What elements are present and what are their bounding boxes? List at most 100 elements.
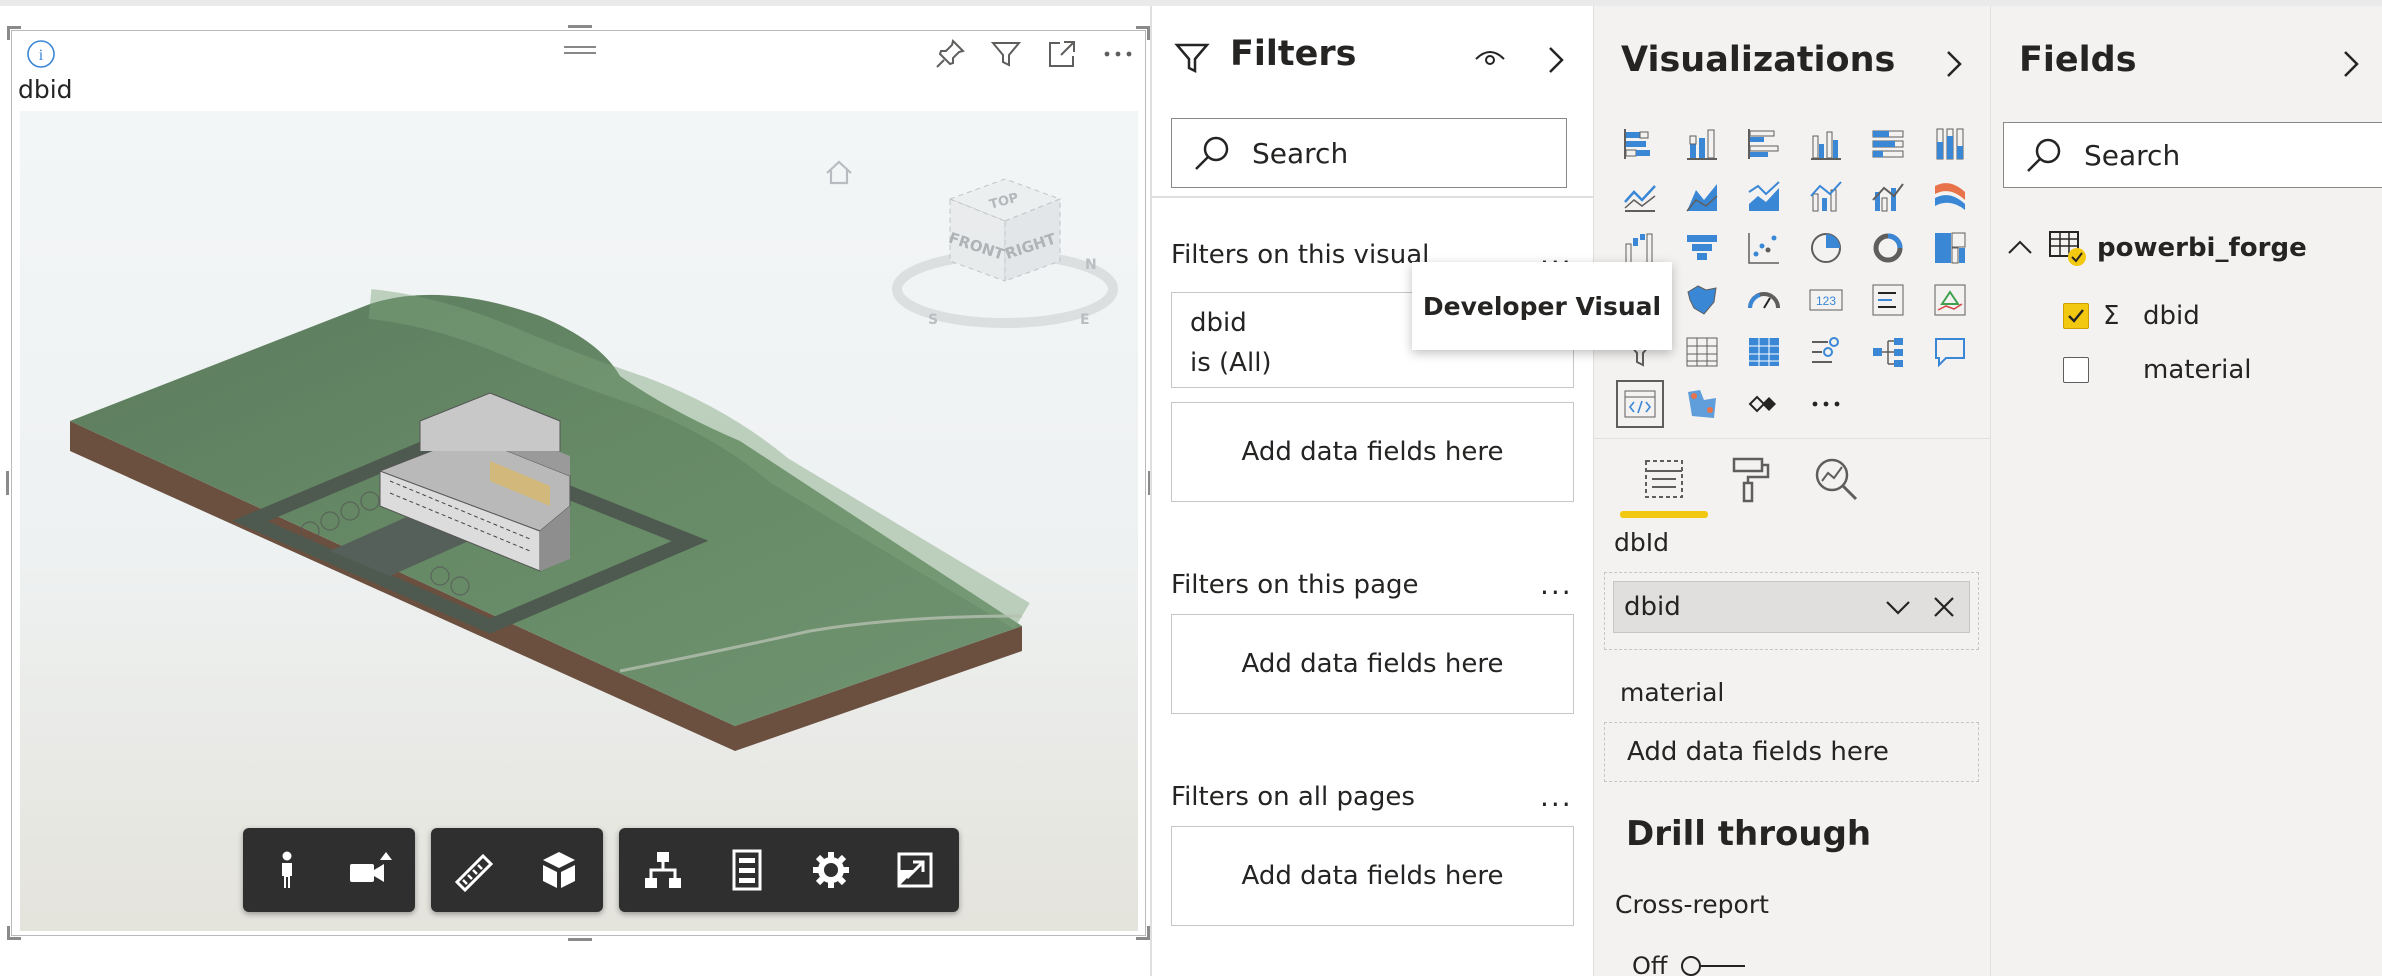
chevron-up-icon[interactable] [2005,233,2035,263]
dbid-checkbox[interactable] [2063,303,2089,329]
measure-icon[interactable] [443,838,507,902]
gauge-icon[interactable] [1738,274,1790,326]
filled-map-icon[interactable] [1676,274,1728,326]
filter-icon[interactable] [989,37,1023,71]
kpi-icon[interactable] [1924,274,1976,326]
field-name-material: material [2143,355,2252,385]
report-canvas: i dbid TOP FRONT RIGHT N E S [0,6,1151,976]
filters-on-page-label: Filters on this page [1171,570,1419,600]
card-icon[interactable]: 123 [1800,274,1852,326]
page-filters-drop-zone[interactable]: Add data fields here [1171,614,1574,714]
matrix-icon[interactable] [1738,326,1790,378]
table-node-powerbi-forge[interactable]: powerbi_forge [2005,228,2307,268]
section-icon[interactable] [527,838,591,902]
compass-e-label: E [1080,312,1090,328]
dbid-field-pill[interactable]: dbid [1613,581,1970,633]
analytics-magnifier-icon[interactable] [1806,449,1866,509]
collapse-visualizations-icon[interactable] [1942,48,1966,80]
all-pages-filters-drop-zone[interactable]: Add data fields here [1171,826,1574,926]
line-chart-icon[interactable] [1614,170,1666,222]
close-icon[interactable] [1929,592,1959,622]
handle-bottom[interactable] [568,938,592,941]
handle-left[interactable] [6,471,9,495]
svg-text:i: i [39,47,44,64]
visual-filters-drop-zone[interactable]: Add data fields here [1171,402,1574,502]
material-checkbox[interactable] [2063,357,2089,383]
field-row-dbid[interactable]: Σ dbid [2063,296,2200,336]
line-and-stacked-column-icon[interactable] [1800,170,1852,222]
ribbon-chart-icon[interactable] [1924,170,1976,222]
settings-icon[interactable] [799,838,863,902]
more-visuals-button[interactable] [1800,378,1852,430]
collapse-fields-icon[interactable] [2339,48,2363,80]
table-icon[interactable] [1676,326,1728,378]
power-apps-icon[interactable] [1738,378,1790,430]
fields-search-box[interactable] [2003,122,2382,188]
focus-mode-icon[interactable] [1045,37,1079,71]
treemap-icon[interactable] [1924,222,1976,274]
filters-pane: Filters Filters on this visual ... dbid … [1150,6,1595,976]
stacked-column-chart-icon[interactable] [1676,118,1728,170]
collapse-filters-icon[interactable] [1544,44,1568,76]
material-drop-hint: Add data fields here [1627,737,1889,767]
field-row-material[interactable]: material [2063,350,2252,390]
forge-3d-viewer[interactable]: TOP FRONT RIGHT N E S [20,111,1138,931]
forge-visual[interactable]: i dbid TOP FRONT RIGHT N E S [6,25,1151,941]
camera-icon[interactable] [339,838,403,902]
donut-chart-icon[interactable] [1862,222,1914,274]
walk-icon[interactable] [255,838,319,902]
stacked-area-chart-icon[interactable] [1738,170,1790,222]
100-stacked-bar-chart-icon[interactable] [1862,118,1914,170]
cross-report-label: Cross-report [1615,890,1769,919]
viewcube-icon[interactable]: TOP FRONT RIGHT N E S [892,178,1118,328]
handle-top[interactable] [568,25,592,28]
properties-icon[interactable] [715,838,779,902]
info-icon[interactable]: i [26,39,56,69]
pin-icon[interactable] [933,37,967,71]
more-options-icon[interactable] [1101,37,1135,71]
dbid-pill-label: dbid [1624,592,1681,622]
eye-icon[interactable] [1474,46,1506,70]
filter-icon [1174,43,1210,74]
area-chart-icon[interactable] [1676,170,1728,222]
chevron-down-icon[interactable] [1883,592,1913,622]
field-name-dbid: dbid [2143,301,2200,331]
material-field-well[interactable]: Add data fields here [1604,722,1979,782]
well-material-label: material [1620,678,1725,707]
model-browser-icon[interactable] [631,838,695,902]
modeling-tools-group [431,828,603,912]
qa-icon[interactable] [1924,326,1976,378]
drag-grip-icon[interactable] [560,39,600,63]
clustered-column-chart-icon[interactable] [1800,118,1852,170]
filters-on-page-more-button[interactable]: ... [1540,568,1573,601]
stacked-bar-chart-icon[interactable] [1614,118,1666,170]
visual-header-toolbar [933,37,1135,71]
3d-model-scene[interactable]: TOP FRONT RIGHT N E S [20,111,1138,931]
100-stacked-column-chart-icon[interactable] [1924,118,1976,170]
filters-search-input[interactable] [1252,136,1492,170]
compass-s-label: S [928,312,938,328]
format-paintroller-icon[interactable] [1720,449,1780,509]
handle-tl-v[interactable] [7,26,10,40]
pie-chart-icon[interactable] [1800,222,1852,274]
filters-search-box[interactable] [1171,118,1567,188]
developer-visual-icon[interactable] [1614,378,1666,430]
fields-tab-icon[interactable] [1634,449,1694,509]
developer-visual-tooltip: Developer Visual [1412,262,1672,350]
handle-bl-v[interactable] [7,926,10,940]
filters-on-all-pages-label: Filters on all pages [1171,782,1415,812]
svg-text:123: 123 [1816,294,1836,308]
fields-search-input[interactable] [2084,138,2324,172]
line-and-clustered-column-icon[interactable] [1862,170,1914,222]
arcgis-map-icon[interactable] [1676,378,1728,430]
dbid-field-well[interactable]: dbid [1604,572,1979,650]
fullscreen-icon[interactable] [883,838,947,902]
funnel-chart-icon[interactable] [1676,222,1728,274]
multi-row-card-icon[interactable] [1862,274,1914,326]
decomposition-tree-icon[interactable] [1862,326,1914,378]
filters-on-all-pages-more-button[interactable]: ... [1540,780,1573,813]
key-influencers-icon[interactable] [1800,326,1852,378]
home-icon[interactable] [826,160,852,185]
clustered-bar-chart-icon[interactable] [1738,118,1790,170]
scatter-chart-icon[interactable] [1738,222,1790,274]
